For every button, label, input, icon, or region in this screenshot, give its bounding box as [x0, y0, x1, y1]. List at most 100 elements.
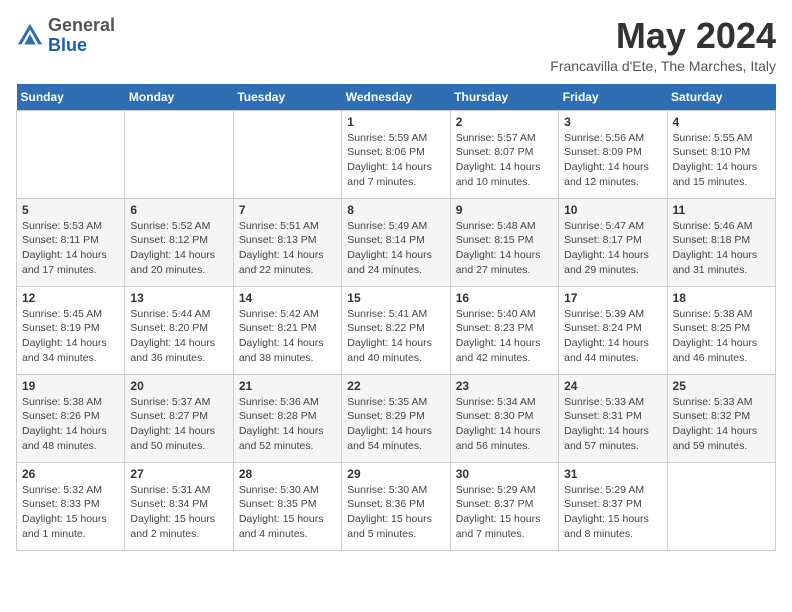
- calendar-cell: 21 Sunrise: 5:36 AM Sunset: 8:28 PM Dayli…: [233, 374, 341, 462]
- day-number: 15: [347, 291, 444, 305]
- calendar-cell: 9 Sunrise: 5:48 AM Sunset: 8:15 PM Daylig…: [450, 198, 558, 286]
- calendar-week-row: 26 Sunrise: 5:32 AM Sunset: 8:33 PM Dayli…: [17, 462, 776, 550]
- calendar-cell: 14 Sunrise: 5:42 AM Sunset: 8:21 PM Dayli…: [233, 286, 341, 374]
- day-info: Sunrise: 5:38 AM Sunset: 8:26 PM Dayligh…: [22, 395, 119, 454]
- calendar-cell: 18Sunrise: 5:38 AM Sunset: 8:25 PM Dayli…: [667, 286, 775, 374]
- day-info: Sunrise: 5:39 AM Sunset: 8:24 PM Dayligh…: [564, 307, 661, 366]
- day-info: Sunrise: 5:32 AM Sunset: 8:33 PM Dayligh…: [22, 483, 119, 542]
- day-number: 19: [22, 379, 119, 393]
- calendar-cell: 6 Sunrise: 5:52 AM Sunset: 8:12 PM Daylig…: [125, 198, 233, 286]
- calendar-header-row: SundayMondayTuesdayWednesdayThursdayFrid…: [17, 84, 776, 111]
- day-info: Sunrise: 5:47 AM Sunset: 8:17 PM Dayligh…: [564, 219, 661, 278]
- calendar-cell: [667, 462, 775, 550]
- day-info: Sunrise: 5:29 AM Sunset: 8:37 PM Dayligh…: [456, 483, 553, 542]
- day-number: 25: [673, 379, 770, 393]
- day-number: 23: [456, 379, 553, 393]
- day-number: 16: [456, 291, 553, 305]
- day-info: Sunrise: 5:46 AM Sunset: 8:18 PM Dayligh…: [673, 219, 770, 278]
- day-info: Sunrise: 5:56 AM Sunset: 8:09 PM Dayligh…: [564, 131, 661, 190]
- calendar-cell: 25 Sunrise: 5:33 AM Sunset: 8:32 PM Dayli…: [667, 374, 775, 462]
- day-number: 1: [347, 115, 444, 129]
- day-number: 8: [347, 203, 444, 217]
- day-number: 12: [22, 291, 119, 305]
- calendar-cell: 30 Sunrise: 5:29 AM Sunset: 8:37 PM Dayli…: [450, 462, 558, 550]
- calendar-week-row: 1 Sunrise: 5:59 AM Sunset: 8:06 PM Daylig…: [17, 110, 776, 198]
- day-number: 10: [564, 203, 661, 217]
- day-number: 9: [456, 203, 553, 217]
- day-info: Sunrise: 5:42 AM Sunset: 8:21 PM Dayligh…: [239, 307, 336, 366]
- calendar-cell: 31 Sunrise: 5:29 AM Sunset: 8:37 PM Dayli…: [559, 462, 667, 550]
- day-number: 13: [130, 291, 227, 305]
- day-number: 21: [239, 379, 336, 393]
- day-info: Sunrise: 5:33 AM Sunset: 8:31 PM Dayligh…: [564, 395, 661, 454]
- day-info: Sunrise: 5:48 AM Sunset: 8:15 PM Dayligh…: [456, 219, 553, 278]
- day-info: Sunrise: 5:35 AM Sunset: 8:29 PM Dayligh…: [347, 395, 444, 454]
- day-number: 7: [239, 203, 336, 217]
- day-number: 24: [564, 379, 661, 393]
- day-number: 3: [564, 115, 661, 129]
- column-header-wednesday: Wednesday: [342, 84, 450, 111]
- day-number: 17: [564, 291, 661, 305]
- calendar-week-row: 5Sunrise: 5:53 AM Sunset: 8:11 PM Daylig…: [17, 198, 776, 286]
- calendar-cell: 5Sunrise: 5:53 AM Sunset: 8:11 PM Daylig…: [17, 198, 125, 286]
- day-number: 11: [673, 203, 770, 217]
- calendar-cell: 3 Sunrise: 5:56 AM Sunset: 8:09 PM Daylig…: [559, 110, 667, 198]
- calendar-cell: 16Sunrise: 5:40 AM Sunset: 8:23 PM Dayli…: [450, 286, 558, 374]
- day-info: Sunrise: 5:37 AM Sunset: 8:27 PM Dayligh…: [130, 395, 227, 454]
- day-number: 4: [673, 115, 770, 129]
- calendar-cell: [17, 110, 125, 198]
- logo: General Blue: [16, 16, 115, 56]
- column-header-sunday: Sunday: [17, 84, 125, 111]
- calendar-cell: 27 Sunrise: 5:31 AM Sunset: 8:34 PM Dayli…: [125, 462, 233, 550]
- day-number: 31: [564, 467, 661, 481]
- day-info: Sunrise: 5:55 AM Sunset: 8:10 PM Dayligh…: [673, 131, 770, 190]
- day-info: Sunrise: 5:30 AM Sunset: 8:35 PM Dayligh…: [239, 483, 336, 542]
- calendar-table: SundayMondayTuesdayWednesdayThursdayFrid…: [16, 84, 776, 551]
- day-info: Sunrise: 5:49 AM Sunset: 8:14 PM Dayligh…: [347, 219, 444, 278]
- day-info: Sunrise: 5:52 AM Sunset: 8:12 PM Dayligh…: [130, 219, 227, 278]
- day-number: 28: [239, 467, 336, 481]
- calendar-cell: 10 Sunrise: 5:47 AM Sunset: 8:17 PM Dayli…: [559, 198, 667, 286]
- day-info: Sunrise: 5:29 AM Sunset: 8:37 PM Dayligh…: [564, 483, 661, 542]
- logo-general-text: General: [48, 16, 115, 36]
- calendar-cell: 22 Sunrise: 5:35 AM Sunset: 8:29 PM Dayli…: [342, 374, 450, 462]
- calendar-cell: 20 Sunrise: 5:37 AM Sunset: 8:27 PM Dayli…: [125, 374, 233, 462]
- calendar-cell: 12 Sunrise: 5:45 AM Sunset: 8:19 PM Dayli…: [17, 286, 125, 374]
- day-number: 30: [456, 467, 553, 481]
- title-block: May 2024 Francavilla d'Ete, The Marches,…: [550, 16, 776, 74]
- day-number: 20: [130, 379, 227, 393]
- page-header: General Blue May 2024 Francavilla d'Ete,…: [16, 16, 776, 74]
- calendar-week-row: 12 Sunrise: 5:45 AM Sunset: 8:19 PM Dayli…: [17, 286, 776, 374]
- day-number: 27: [130, 467, 227, 481]
- day-number: 6: [130, 203, 227, 217]
- column-header-saturday: Saturday: [667, 84, 775, 111]
- day-info: Sunrise: 5:34 AM Sunset: 8:30 PM Dayligh…: [456, 395, 553, 454]
- calendar-cell: 23 Sunrise: 5:34 AM Sunset: 8:30 PM Dayli…: [450, 374, 558, 462]
- day-info: Sunrise: 5:41 AM Sunset: 8:22 PM Dayligh…: [347, 307, 444, 366]
- day-info: Sunrise: 5:45 AM Sunset: 8:19 PM Dayligh…: [22, 307, 119, 366]
- calendar-week-row: 19 Sunrise: 5:38 AM Sunset: 8:26 PM Dayli…: [17, 374, 776, 462]
- day-info: Sunrise: 5:33 AM Sunset: 8:32 PM Dayligh…: [673, 395, 770, 454]
- day-number: 26: [22, 467, 119, 481]
- calendar-cell: 11 Sunrise: 5:46 AM Sunset: 8:18 PM Dayli…: [667, 198, 775, 286]
- day-info: Sunrise: 5:44 AM Sunset: 8:20 PM Dayligh…: [130, 307, 227, 366]
- calendar-cell: 2 Sunrise: 5:57 AM Sunset: 8:07 PM Daylig…: [450, 110, 558, 198]
- day-info: Sunrise: 5:38 AM Sunset: 8:25 PM Dayligh…: [673, 307, 770, 366]
- day-number: 22: [347, 379, 444, 393]
- day-info: Sunrise: 5:57 AM Sunset: 8:07 PM Dayligh…: [456, 131, 553, 190]
- month-title: May 2024: [550, 16, 776, 56]
- column-header-tuesday: Tuesday: [233, 84, 341, 111]
- day-number: 2: [456, 115, 553, 129]
- calendar-cell: [233, 110, 341, 198]
- calendar-cell: 15 Sunrise: 5:41 AM Sunset: 8:22 PM Dayli…: [342, 286, 450, 374]
- day-info: Sunrise: 5:59 AM Sunset: 8:06 PM Dayligh…: [347, 131, 444, 190]
- logo-blue-text: Blue: [48, 36, 115, 56]
- day-number: 14: [239, 291, 336, 305]
- day-number: 5: [22, 203, 119, 217]
- day-info: Sunrise: 5:31 AM Sunset: 8:34 PM Dayligh…: [130, 483, 227, 542]
- day-info: Sunrise: 5:51 AM Sunset: 8:13 PM Dayligh…: [239, 219, 336, 278]
- calendar-cell: 28 Sunrise: 5:30 AM Sunset: 8:35 PM Dayli…: [233, 462, 341, 550]
- calendar-cell: 29Sunrise: 5:30 AM Sunset: 8:36 PM Dayli…: [342, 462, 450, 550]
- logo-icon: [16, 22, 44, 50]
- day-info: Sunrise: 5:36 AM Sunset: 8:28 PM Dayligh…: [239, 395, 336, 454]
